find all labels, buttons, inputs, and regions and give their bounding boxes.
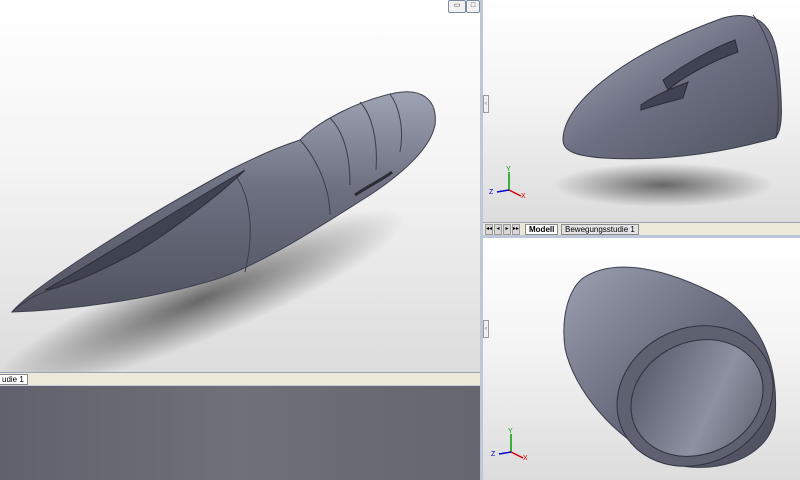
axis-triad: Y X Z [491, 428, 528, 462]
nose-cone-body [562, 14, 782, 160]
triad-y-label: Y [508, 428, 513, 435]
triad-x-label: X [523, 455, 528, 462]
tab-motion-study[interactable]: Bewegungsstudie 1 [561, 224, 639, 235]
empty-panel [0, 386, 480, 480]
top-right-viewport[interactable]: ‹ Y X Z [483, 0, 800, 222]
first-tab-button[interactable]: ◂◂ [485, 224, 493, 235]
tab-motion-study[interactable]: udie 1 [0, 374, 28, 385]
tab-model[interactable]: Modell [525, 224, 559, 235]
next-tab-button[interactable]: ▸ [503, 224, 511, 235]
nacelle-model[interactable] [483, 238, 800, 480]
left-viewport[interactable]: ▭ □ [0, 0, 480, 372]
axis-triad: Y X Z [489, 166, 526, 200]
triad-y-label: Y [506, 166, 511, 173]
model-shadow [553, 163, 773, 207]
last-tab-button[interactable]: ▸▸ [512, 224, 520, 235]
triad-z-label: Z [489, 189, 494, 196]
fuselage-model[interactable] [0, 0, 480, 372]
triad-z-label: Z [491, 451, 496, 458]
top-right-tab-bar: ◂◂ ◂ ▸ ▸▸ Modell Bewegungsstudie 1 [483, 222, 800, 235]
left-tab-bar: udie 1 [0, 372, 480, 385]
bottom-right-viewport[interactable]: ‹ Y X Z [483, 238, 800, 480]
prev-tab-button[interactable]: ◂ [494, 224, 502, 235]
triad-x-label: X [521, 193, 526, 200]
nose-cone-model[interactable] [483, 0, 800, 222]
